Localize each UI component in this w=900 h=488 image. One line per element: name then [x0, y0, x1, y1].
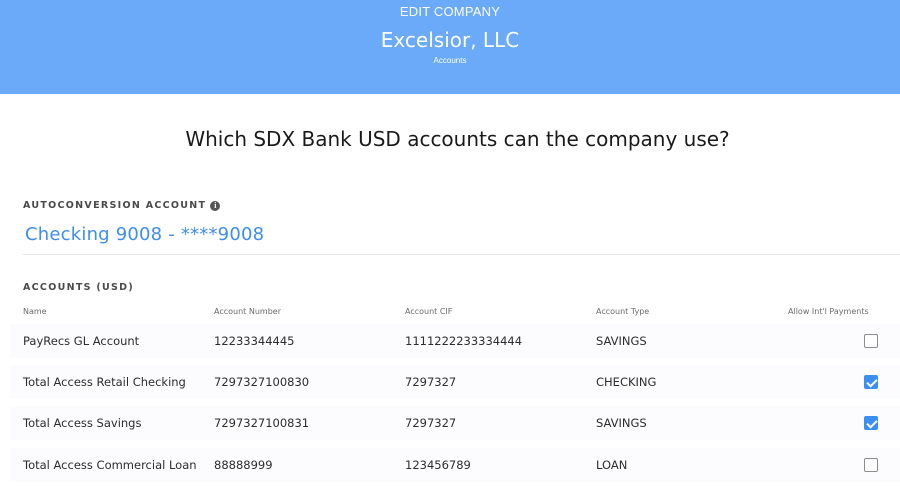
column-header-account-type: Account Type: [596, 307, 650, 316]
autoconversion-account-select[interactable]: Checking 9008 - ****9008: [25, 224, 264, 245]
column-header-account-cif: Account CIF: [405, 307, 453, 316]
accounts-label: ACCOUNTS (USD): [23, 282, 134, 293]
column-header-name: Name: [23, 307, 47, 316]
account-cif: 7297327: [405, 416, 457, 430]
account-number: 88888999: [214, 458, 273, 472]
divider: [23, 254, 900, 255]
table-row: Total Access Savings 7297327100831 7297327…: [10, 406, 900, 440]
account-number: 12233344445: [214, 334, 295, 348]
account-type: CHECKING: [596, 375, 657, 389]
info-circle-icon[interactable]: i: [210, 201, 221, 211]
company-name: Excelsior, LLC: [380, 28, 520, 52]
account-name: PayRecs GL Account: [23, 334, 140, 348]
autoconversion-label: AUTOCONVERSION ACCOUNT: [23, 200, 207, 211]
account-type: SAVINGS: [596, 416, 647, 430]
account-name: Total Access Commercial Loan: [23, 458, 197, 472]
table-row: Total Access Retail Checking 729732710083…: [10, 365, 900, 399]
allow-intl-payments-checkbox[interactable]: [864, 334, 878, 348]
allow-intl-payments-checkbox[interactable]: [864, 375, 878, 389]
account-type: SAVINGS: [596, 334, 647, 348]
page-subtitle: Accounts: [433, 56, 467, 65]
account-name: Total Access Savings: [23, 416, 142, 430]
account-type: LOAN: [596, 458, 628, 472]
account-number: 7297327100831: [214, 416, 310, 430]
account-name: Total Access Retail Checking: [23, 375, 186, 389]
column-header-allow-intl: Allow Int'l Payments: [788, 307, 869, 316]
column-header-account-number: Account Number: [214, 307, 281, 316]
table-row: Total Access Commercial Loan 88888999 1234…: [10, 448, 900, 482]
account-cif: 7297327: [405, 375, 457, 389]
autoconversion-label-group: AUTOCONVERSION ACCOUNT i: [23, 200, 221, 211]
account-cif: 1111222233334444: [405, 334, 523, 348]
edit-company-label: EDIT COMPANY: [399, 4, 501, 19]
account-number: 7297327100830: [214, 375, 310, 389]
header-banner: EDIT COMPANY Excelsior, LLC Accounts: [0, 0, 900, 94]
account-cif: 123456789: [405, 458, 471, 472]
table-row: PayRecs GL Account 12233344445 11112222333…: [10, 324, 900, 358]
page-question: Which SDX Bank USD accounts can the comp…: [185, 127, 730, 151]
allow-intl-payments-checkbox[interactable]: [864, 458, 878, 472]
allow-intl-payments-checkbox[interactable]: [864, 416, 878, 430]
